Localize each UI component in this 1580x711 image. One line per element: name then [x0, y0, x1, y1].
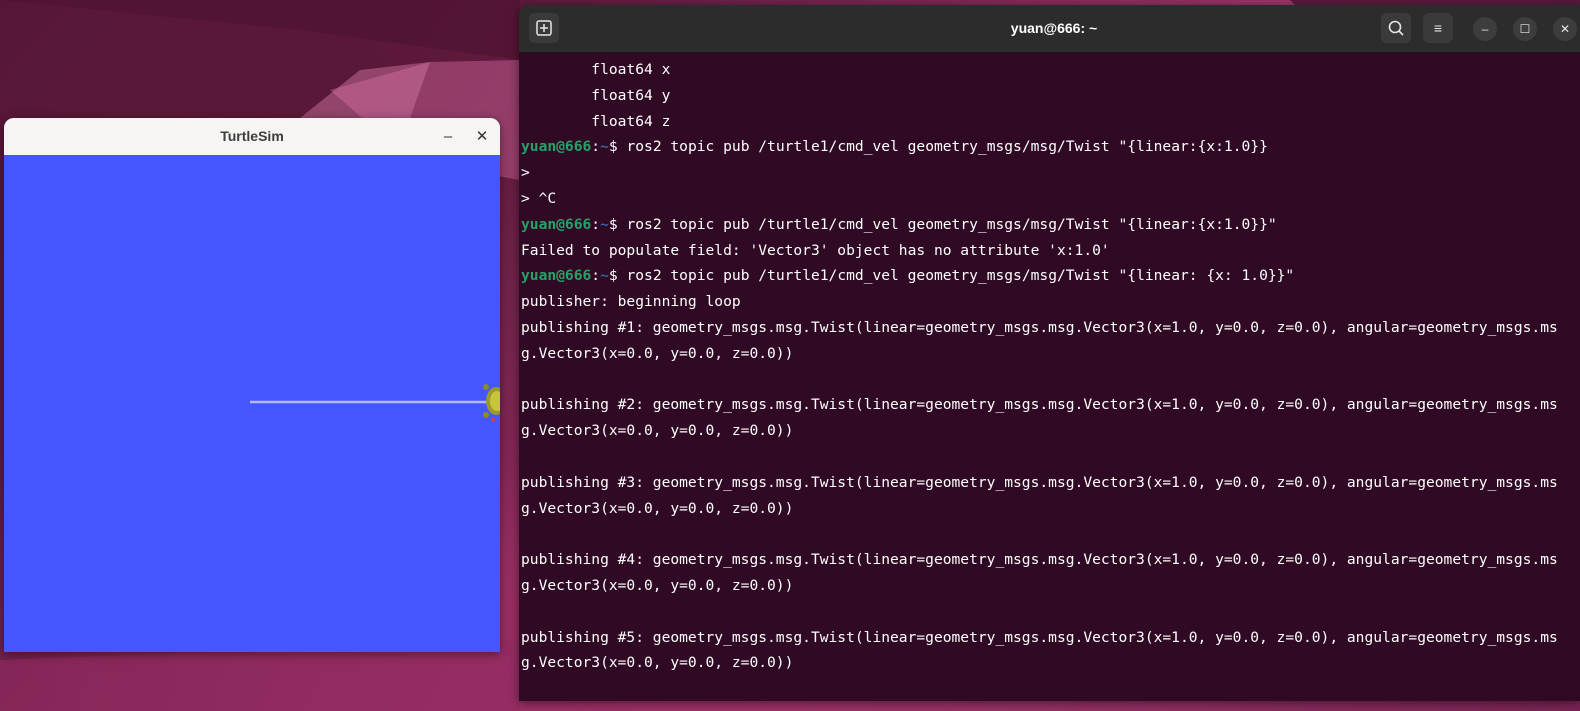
terminal-window: yuan@666: ~ ≡ – ☐ ✕ float64 x float64 y …: [519, 5, 1580, 701]
terminal-output-line: publishing #1: geometry_msgs.msg.Twist(l…: [521, 318, 1558, 336]
terminal-headerbar[interactable]: yuan@666: ~ ≡ – ☐ ✕: [519, 5, 1580, 53]
terminal-output-line: publisher: beginning loop: [521, 293, 741, 311]
terminal-output-line: Failed to populate field: 'Vector3' obje…: [521, 241, 1110, 259]
turtlesim-canvas: [4, 155, 500, 652]
prompt-path: ~: [600, 138, 609, 156]
terminal-output[interactable]: float64 x float64 y float64 z yuan@666:~$…: [521, 57, 1580, 697]
close-icon: ✕: [475, 128, 489, 145]
prompt-separator: :: [591, 138, 601, 156]
close-icon: ✕: [1559, 22, 1571, 36]
maximize-button[interactable]: ☐: [1513, 17, 1537, 41]
turtlesim-window: TurtleSim – ✕: [4, 118, 500, 652]
terminal-output-line: g.Vector3(x=0.0, y=0.0, z=0.0)): [521, 422, 794, 440]
terminal-output-line: g.Vector3(x=0.0, y=0.0, z=0.0)): [521, 499, 794, 517]
prompt-dollar: $: [608, 138, 627, 156]
terminal-output-line: publishing #4: geometry_msgs.msg.Twist(l…: [521, 551, 1558, 569]
terminal-prompt-line: yuan@666:~$ ros2 topic pub /turtle1/cmd_…: [521, 263, 1580, 289]
terminal-output-line: float64 y: [521, 86, 671, 104]
minimize-icon: –: [443, 128, 453, 145]
terminal-output-line: > ^C: [521, 189, 557, 207]
terminal-output-line: >: [521, 164, 530, 182]
terminal-prompt-line: yuan@666:~$ ros2 topic pub /turtle1/cmd_…: [521, 134, 1580, 160]
terminal-output-line: g.Vector3(x=0.0, y=0.0, z=0.0)): [521, 344, 794, 362]
turtlesim-titlebar[interactable]: TurtleSim – ✕: [4, 118, 500, 156]
search-icon: [1388, 20, 1404, 36]
terminal-output-line: publishing #5: geometry_msgs.msg.Twist(l…: [521, 628, 1558, 646]
hamburger-menu-icon: ≡: [1433, 20, 1443, 36]
command-text: ros2 topic pub /turtle1/cmd_vel geometry…: [626, 138, 1268, 156]
prompt-path: ~: [600, 267, 609, 285]
search-button[interactable]: [1381, 13, 1411, 43]
terminal-output-line: publishing #3: geometry_msgs.msg.Twist(l…: [521, 473, 1558, 491]
maximize-icon: ☐: [1519, 22, 1531, 36]
minimize-icon: –: [1481, 22, 1489, 36]
prompt-path: ~: [600, 215, 609, 233]
menu-button[interactable]: ≡: [1423, 13, 1453, 43]
terminal-output-line: float64 x: [521, 61, 671, 78]
command-text: ros2 topic pub /turtle1/cmd_vel geometry…: [626, 215, 1277, 233]
command-text: ros2 topic pub /turtle1/cmd_vel geometry…: [626, 267, 1295, 285]
terminal-output-line: float64 z: [521, 112, 671, 130]
prompt-dollar: $: [608, 267, 627, 285]
prompt-separator: :: [591, 215, 601, 233]
terminal-prompt-line: yuan@666:~$ ros2 topic pub /turtle1/cmd_…: [521, 212, 1580, 238]
terminal-output-line: g.Vector3(x=0.0, y=0.0, z=0.0)): [521, 576, 794, 594]
close-button[interactable]: ✕: [1553, 17, 1577, 41]
close-button[interactable]: ✕: [470, 125, 494, 149]
terminal-title: yuan@666: ~: [1010, 20, 1098, 36]
terminal-output-line: publishing #2: geometry_msgs.msg.Twist(l…: [521, 396, 1558, 414]
prompt-user: yuan@666: [521, 138, 592, 156]
minimize-button[interactable]: –: [436, 125, 460, 149]
prompt-user: yuan@666: [521, 215, 592, 233]
turtlesim-title: TurtleSim: [220, 128, 284, 144]
prompt-separator: :: [591, 267, 601, 285]
prompt-dollar: $: [608, 215, 627, 233]
terminal-output-line: g.Vector3(x=0.0, y=0.0, z=0.0)): [521, 654, 794, 672]
prompt-user: yuan@666: [521, 267, 592, 285]
minimize-button[interactable]: –: [1473, 17, 1497, 41]
